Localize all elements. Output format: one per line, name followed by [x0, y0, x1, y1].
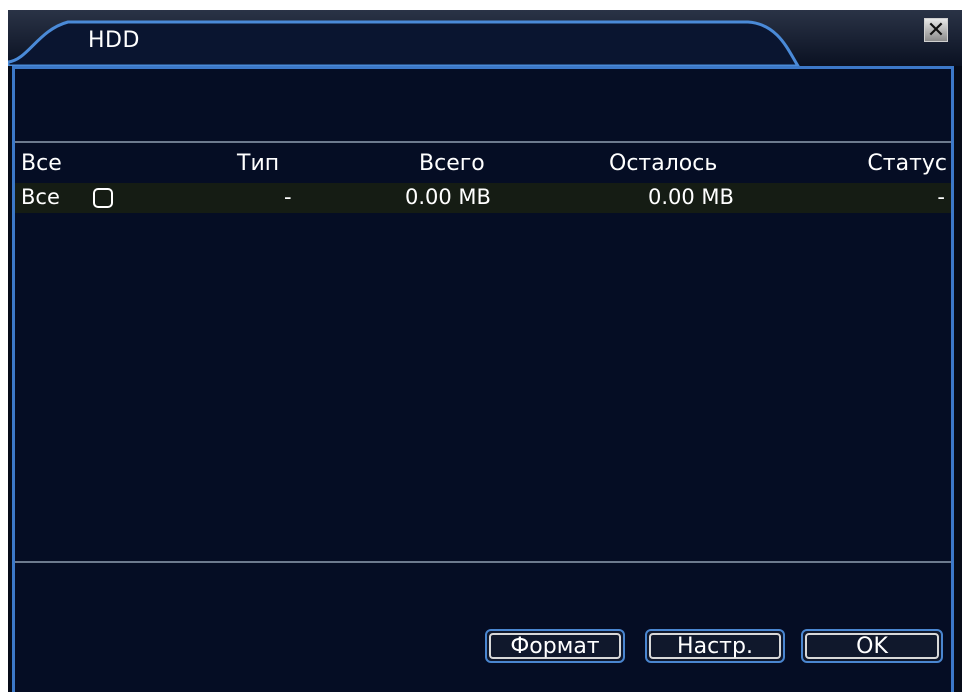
settings-button-label: Настр. [649, 633, 781, 659]
format-button[interactable]: Формат [485, 629, 625, 663]
ok-button-label: OK [805, 633, 939, 659]
row-type: - [284, 185, 292, 209]
select-all-checkbox[interactable] [93, 188, 113, 208]
title-bar: HDD ✕ [8, 10, 962, 66]
window-title: HDD [88, 28, 140, 53]
close-button[interactable]: ✕ [924, 18, 948, 43]
row-status: - [937, 185, 945, 209]
col-header-all[interactable]: Все [21, 151, 62, 176]
hdd-dialog: HDD ✕ Все Тип Всего Осталось Статус Все … [8, 10, 962, 692]
row-total: 0.00 MB [405, 185, 491, 209]
table-row[interactable]: Все - 0.00 MB 0.00 MB - [15, 183, 951, 213]
format-button-label: Формат [489, 633, 621, 659]
row-remaining: 0.00 MB [648, 185, 734, 209]
close-icon: ✕ [926, 18, 946, 43]
hdd-table: Все Тип Всего Осталось Статус Все - 0.00… [15, 141, 951, 563]
col-header-status: Статус [867, 151, 947, 176]
col-header-remaining: Осталось [609, 151, 718, 176]
content-panel: Все Тип Всего Осталось Статус Все - 0.00… [12, 66, 954, 692]
row-name: Все [21, 185, 60, 209]
settings-button[interactable]: Настр. [645, 629, 785, 663]
col-header-type: Тип [237, 151, 280, 176]
ok-button[interactable]: OK [801, 629, 943, 663]
col-header-total: Всего [419, 151, 485, 176]
